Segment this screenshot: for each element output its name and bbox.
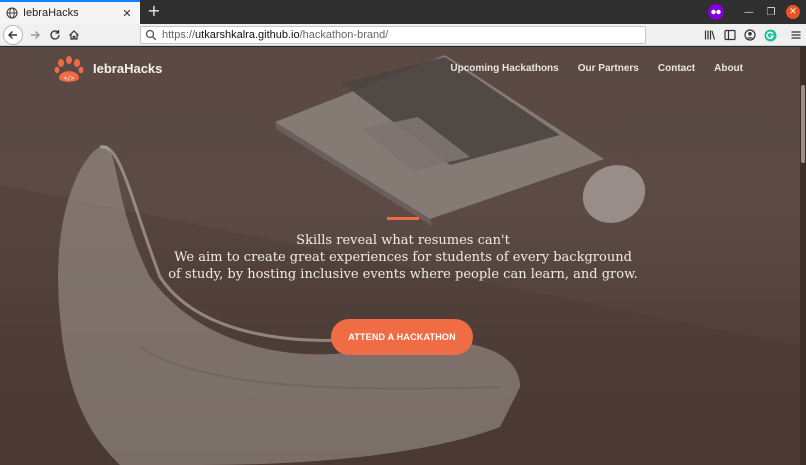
hero-section: Skills reveal what resumes can't We aim … <box>0 207 806 283</box>
site-header: </> IebraHacks Upcoming Hackathons Our P… <box>0 47 800 93</box>
globe-icon <box>6 7 18 19</box>
url-text: https://utkarshkalra.github.io/hackathon… <box>162 29 389 41</box>
toolbar-right-icons <box>700 26 806 44</box>
paw-logo-icon[interactable]: </> <box>54 56 84 84</box>
reload-button[interactable] <box>46 26 64 44</box>
home-button[interactable] <box>65 26 83 44</box>
scrollbar-thumb[interactable] <box>801 85 805 163</box>
page-content: </> IebraHacks Upcoming Hackathons Our P… <box>0 47 806 465</box>
hero-description: We aim to create great experiences for s… <box>168 250 638 282</box>
private-browsing-icon <box>708 4 724 20</box>
back-button[interactable] <box>3 25 23 45</box>
restore-icon[interactable]: ❐ <box>760 7 782 18</box>
main-nav: Upcoming Hackathons Our Partners Contact… <box>450 63 743 74</box>
attend-hackathon-button[interactable]: ATTEND A HACKATHON <box>331 319 473 355</box>
account-icon[interactable] <box>740 26 760 44</box>
accent-divider <box>387 217 419 220</box>
sidebar-icon[interactable] <box>720 26 740 44</box>
browser-toolbar: https://utkarshkalra.github.io/hackathon… <box>0 24 806 46</box>
tab-title: IebraHacks <box>23 7 79 19</box>
forward-button[interactable] <box>26 26 44 44</box>
svg-text:</>: </> <box>64 75 75 82</box>
grammarly-icon[interactable] <box>760 26 780 44</box>
minimize-icon[interactable]: — <box>738 7 760 18</box>
window-controls: — ❐ ✕ <box>708 0 806 24</box>
brand-name[interactable]: IebraHacks <box>93 61 162 76</box>
home-icon <box>69 30 79 40</box>
search-icon <box>145 29 157 41</box>
browser-tab-bar: IebraHacks ✕ + — ❐ ✕ <box>0 0 806 24</box>
page-scrollbar[interactable] <box>800 47 806 465</box>
new-tab-button[interactable]: + <box>146 3 162 19</box>
hero-tagline: Skills reveal what resumes can't <box>296 233 510 248</box>
nav-about[interactable]: About <box>714 63 743 74</box>
url-bar[interactable]: https://utkarshkalra.github.io/hackathon… <box>140 26 646 44</box>
window-close-icon[interactable]: ✕ <box>786 5 800 19</box>
tab-close-icon[interactable]: ✕ <box>120 7 134 20</box>
reload-icon <box>50 30 60 40</box>
nav-contact[interactable]: Contact <box>658 63 695 74</box>
nav-our-partners[interactable]: Our Partners <box>578 63 639 74</box>
browser-tab[interactable]: IebraHacks ✕ <box>0 0 140 24</box>
arrow-right-icon <box>31 31 40 39</box>
library-icon[interactable] <box>700 26 720 44</box>
arrow-left-icon <box>8 31 17 39</box>
nav-upcoming-hackathons[interactable]: Upcoming Hackathons <box>450 63 558 74</box>
menu-icon[interactable] <box>786 26 806 44</box>
